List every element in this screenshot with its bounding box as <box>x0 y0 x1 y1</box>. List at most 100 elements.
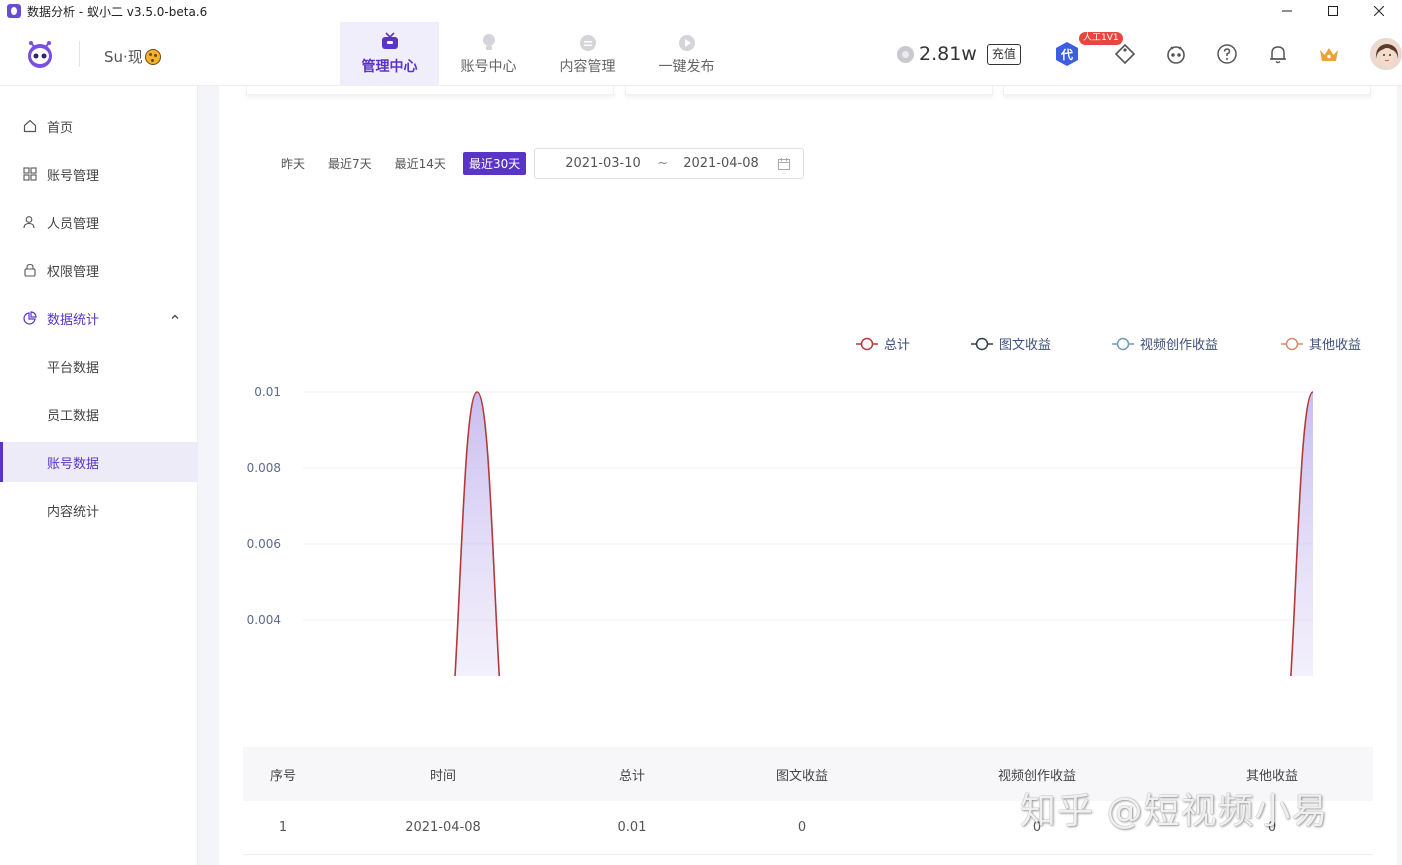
app-header: Su·现 管理中心 账号中心 内容管理 一键发布 2.81w 充值 代 人工1V… <box>0 22 1402 86</box>
legend-item: 其他收益 <box>1281 337 1361 353</box>
legend-label: 图文收益 <box>999 338 1051 353</box>
sidebar-item-account-management[interactable]: 账号管理 <box>0 154 198 194</box>
col-header-other-revenue: 其他收益 <box>1245 768 1298 784</box>
legend-marker <box>1285 337 1299 351</box>
sidebar-item-account-data[interactable]: 账号数据 <box>0 442 198 482</box>
content-icon <box>579 35 596 51</box>
tab-one-click-publish[interactable]: 一键发布 <box>637 22 736 86</box>
watermark: 知乎 @短视频小易 <box>1020 791 1329 832</box>
calendar-icon <box>778 158 791 170</box>
legend-marker <box>1116 337 1130 351</box>
legend-marker <box>860 337 874 351</box>
close-icon <box>1374 6 1384 16</box>
recharge-button[interactable]: 充值 <box>986 43 1021 65</box>
cell-article-revenue: 0 <box>797 820 807 835</box>
home-icon <box>23 119 37 133</box>
y-tick-label: 0.006 <box>247 537 281 551</box>
title-bar: 数据分析 - 蚁小二 v3.5.0-beta.6 <box>0 0 1402 22</box>
summary-card <box>624 86 993 95</box>
avatar[interactable] <box>1370 38 1402 70</box>
bulb-icon <box>482 34 495 50</box>
summary-cards <box>246 86 1371 95</box>
y-tick-label: 0.004 <box>247 613 281 627</box>
close-button[interactable] <box>1356 0 1402 22</box>
robot-icon[interactable] <box>1164 42 1188 66</box>
agent-badge-icon[interactable]: 代 <box>1054 41 1080 67</box>
app-icon <box>7 4 21 18</box>
cell-total: 0.01 <box>617 820 647 835</box>
date-separator: ~ <box>657 156 669 171</box>
chevron-up-icon <box>171 314 179 319</box>
tab-management-center[interactable]: 管理中心 <box>340 22 439 86</box>
y-axis-ticks: 00.0020.0040.0060.0080.01 <box>247 385 281 627</box>
y-tick-label: 0.01 <box>254 385 281 399</box>
series-total-line <box>454 391 1314 676</box>
logo-icon[interactable] <box>22 36 58 72</box>
svg-text:代: 代 <box>1060 47 1073 62</box>
sidebar-item-content-statistics[interactable]: 内容统计 <box>0 490 198 530</box>
lock-icon <box>24 263 36 277</box>
y-tick-label: 0.008 <box>247 461 281 475</box>
avatar-image <box>1371 39 1401 69</box>
filter-last-7-days[interactable]: 最近7天 <box>322 152 378 175</box>
bell-icon[interactable] <box>1266 42 1290 66</box>
legend-item: 图文收益 <box>971 337 1051 353</box>
sidebar-item-employee-data[interactable]: 员工数据 <box>0 394 198 434</box>
sidebar-item-home[interactable]: 首页 <box>0 106 198 146</box>
header-divider <box>79 41 80 67</box>
pie-chart-icon <box>23 311 37 325</box>
date-filters: 昨天 最近7天 最近14天 最近30天 2021-03-10 ~ 2021-04… <box>275 148 805 179</box>
col-header-index: 序号 <box>269 768 296 784</box>
cell-time: 2021-04-08 <box>405 820 481 835</box>
chart-legend: 总计 图文收益 视频创作收益 其他收益 <box>856 337 1361 353</box>
cell-index: 1 <box>278 820 288 835</box>
sidebar-item-platform-data[interactable]: 平台数据 <box>0 346 198 386</box>
series-total-area <box>455 392 1313 676</box>
legend-label: 其他收益 <box>1309 338 1361 353</box>
balance-area: 2.81w 充值 <box>897 43 1021 65</box>
sidebar-item-staff-management[interactable]: 人员管理 <box>0 202 198 242</box>
user-name[interactable]: Su·现 <box>104 46 161 67</box>
window-title: 数据分析 - 蚁小二 v3.5.0-beta.6 <box>27 4 208 19</box>
sidebar-item-data-statistics[interactable]: 数据统计 <box>0 298 198 338</box>
cookie-icon <box>144 48 161 65</box>
date-start: 2021-03-10 <box>565 156 641 171</box>
col-header-video-revenue: 视频创作收益 <box>997 768 1076 784</box>
maximize-button[interactable] <box>1310 0 1356 22</box>
balance-value: 2.81w <box>919 43 977 65</box>
date-range-picker[interactable]: 2021-03-10 ~ 2021-04-08 <box>534 148 805 179</box>
filter-last-30-days[interactable]: 最近30天 <box>462 152 527 175</box>
date-end: 2021-04-08 <box>683 156 759 171</box>
filter-last-14-days[interactable]: 最近14天 <box>389 152 452 175</box>
col-header-time: 时间 <box>429 768 456 784</box>
summary-card <box>246 86 614 95</box>
tab-account-center[interactable]: 账号中心 <box>439 22 538 86</box>
help-icon[interactable] <box>1215 42 1239 66</box>
sidebar-item-permission-management[interactable]: 权限管理 <box>0 250 198 290</box>
main-nav: 管理中心 账号中心 内容管理 一键发布 <box>340 22 736 86</box>
sidebar: 首页 账号管理 人员管理 权限管理 数据统计 平台数据 员工数据 账号数据 内容… <box>0 86 198 865</box>
revenue-line-chart: 总计图文收益视频创作收益其他收益 00.0020.0040.0060.0080.… <box>247 337 1361 676</box>
tab-content-management[interactable]: 内容管理 <box>538 22 637 86</box>
maximize-icon <box>1328 6 1338 16</box>
legend-label: 视频创作收益 <box>1140 338 1218 353</box>
user-icon <box>23 216 35 229</box>
col-header-article-revenue: 图文收益 <box>775 768 828 784</box>
main-content: 昨天 最近7天 最近14天 最近30天 2021-03-10 ~ 2021-04… <box>219 86 1397 865</box>
grid-icon <box>23 167 37 181</box>
minimize-icon <box>1282 10 1292 12</box>
col-header-total: 总计 <box>618 768 645 784</box>
minimize-button[interactable] <box>1264 0 1310 22</box>
summary-card <box>1003 86 1371 95</box>
play-icon <box>678 35 695 51</box>
crown-icon[interactable] <box>1317 42 1341 66</box>
legend-item: 视频创作收益 <box>1112 337 1218 353</box>
filter-yesterday[interactable]: 昨天 <box>275 152 311 175</box>
tag-icon[interactable] <box>1113 42 1137 66</box>
window-controls <box>1264 0 1402 22</box>
tv-icon <box>381 32 398 49</box>
chart-grid <box>303 391 1313 621</box>
legend-label: 总计 <box>884 338 910 353</box>
legend-marker <box>975 337 989 351</box>
legend-item: 总计 <box>856 337 910 353</box>
